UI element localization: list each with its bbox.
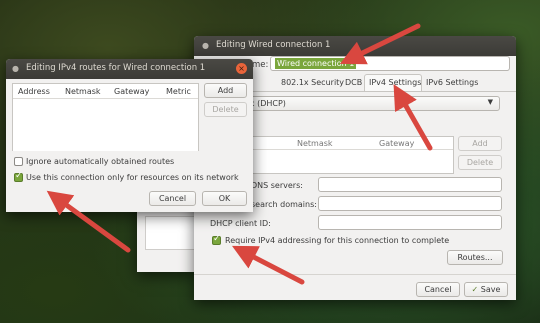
tab-dcb[interactable]: DCB: [345, 78, 362, 87]
routes-delete-button[interactable]: Delete: [204, 102, 247, 117]
header-gateway: Gateway: [379, 139, 415, 148]
connection-name-field[interactable]: Wired connection 1: [270, 56, 510, 71]
tab-ipv6-settings[interactable]: IPv6 Settings: [426, 78, 478, 87]
header-gateway: Gateway: [114, 87, 150, 96]
wired-window-title: Editing Wired connection 1: [216, 40, 331, 50]
window-menu-icon[interactable]: ●: [202, 41, 209, 50]
dhcp-client-id-field[interactable]: [318, 215, 502, 230]
wired-titlebar: ● Editing Wired connection 1: [194, 36, 516, 56]
dns-servers-field[interactable]: [318, 177, 502, 192]
tab-ipv4-label: IPv4 Settings: [369, 78, 422, 87]
routes-table-header: Address Netmask Gateway Metric: [13, 84, 198, 99]
window-menu-icon[interactable]: ●: [12, 64, 19, 73]
close-icon[interactable]: ×: [236, 63, 247, 74]
ignore-routes-checkbox[interactable]: [14, 157, 23, 166]
connection-name-selected-text: Wired connection 1: [275, 58, 357, 69]
search-domains-field[interactable]: [318, 196, 502, 211]
routes-titlebar: ● Editing IPv4 routes for Wired connecti…: [6, 59, 253, 79]
address-delete-button[interactable]: Delete: [458, 155, 502, 170]
ignore-routes-label: Ignore automatically obtained routes: [26, 157, 175, 166]
address-table[interactable]: Netmask Gateway: [252, 136, 454, 174]
tab-8021x-security[interactable]: 802.1x Security: [281, 78, 344, 87]
header-netmask: Netmask: [297, 139, 333, 148]
address-add-button[interactable]: Add: [458, 136, 502, 151]
wired-cancel-button[interactable]: Cancel: [416, 282, 460, 297]
require-ipv4-checkbox[interactable]: [212, 234, 221, 245]
search-domains-label: search domains:: [251, 200, 317, 209]
ok-button[interactable]: OK: [202, 191, 247, 206]
background-list: [145, 216, 197, 250]
bottom-divider: [194, 274, 516, 275]
save-button[interactable]: ✓ Save: [464, 282, 508, 297]
connection-name-label: me:: [252, 60, 269, 70]
header-address: Address: [18, 87, 50, 96]
routes-add-button[interactable]: Add: [204, 83, 247, 98]
address-table-header: Netmask Gateway: [253, 137, 453, 150]
dns-servers-label: DNS servers:: [251, 181, 303, 190]
use-only-network-checkbox[interactable]: [14, 171, 23, 182]
save-label: Save: [480, 285, 501, 294]
dhcp-client-id-label: DHCP client ID:: [210, 219, 271, 228]
require-ipv4-label: Require IPv4 addressing for this connect…: [225, 236, 450, 245]
header-netmask: Netmask: [65, 87, 101, 96]
routes-window-title: Editing IPv4 routes for Wired connection…: [26, 63, 206, 73]
use-only-network-label: Use this connection only for resources o…: [26, 173, 239, 182]
checkmark-icon: ✓: [471, 285, 479, 294]
tab-ipv4-settings[interactable]: IPv4 Settings: [364, 74, 422, 91]
header-metric: Metric: [166, 87, 191, 96]
chevron-down-icon: ▼: [487, 98, 493, 106]
routes-cancel-button[interactable]: Cancel: [149, 191, 196, 206]
ipv4-routes-window: ● Editing IPv4 routes for Wired connecti…: [6, 59, 253, 212]
method-dropdown[interactable]: utomatic (DHCP) ▼: [214, 96, 500, 111]
routes-button[interactable]: Routes...: [447, 250, 503, 265]
